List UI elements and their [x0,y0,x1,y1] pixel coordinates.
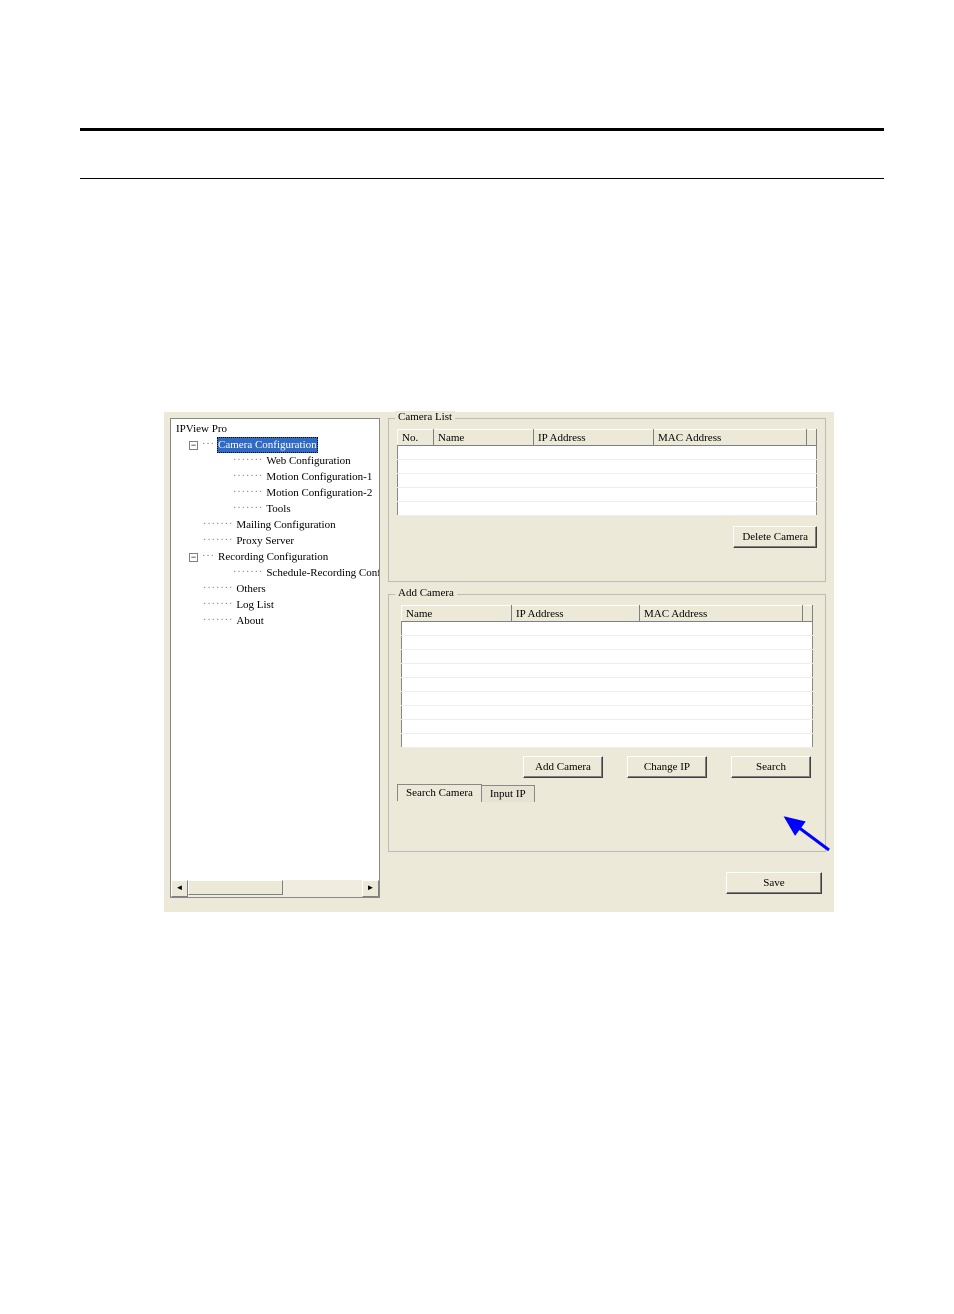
collapse-icon[interactable]: − [189,553,198,562]
nav-tree-panel: IPView Pro − ··· Camera Configuration ··… [170,418,380,898]
camera-list-table[interactable]: No. Name IP Address MAC Address [397,429,817,516]
right-pane: Camera List No. Name IP Address MAC Addr… [388,418,826,904]
add-camera-title: Add Camera [395,587,457,599]
scroll-thumb[interactable] [188,880,283,895]
tree-item-web-configuration[interactable]: ······· Web Configuration [175,453,379,469]
tree-item-schedule-recording[interactable]: ······· Schedule-Recording Configu [175,565,379,581]
table-row[interactable] [402,692,813,706]
scroll-left-button[interactable]: ◄ [171,880,188,897]
nav-tree: IPView Pro − ··· Camera Configuration ··… [171,419,379,629]
col-tail [807,430,817,446]
table-row[interactable] [402,734,813,748]
search-button[interactable]: Search [731,756,811,778]
table-row[interactable] [402,706,813,720]
page-divider-top [80,128,884,131]
table-row[interactable] [402,678,813,692]
tree-label-camera-configuration: Camera Configuration [217,437,318,453]
tab-search-camera[interactable]: Search Camera [397,784,482,801]
tree-root-label: IPView Pro [175,421,228,437]
tree-item-others[interactable]: ······· Others [175,581,379,597]
col-name[interactable]: Name [402,606,512,622]
table-row[interactable] [402,636,813,650]
col-ip[interactable]: IP Address [512,606,640,622]
table-row[interactable] [398,488,817,502]
table-row[interactable] [398,474,817,488]
table-row[interactable] [398,502,817,516]
tree-item-tools[interactable]: ······· Tools [175,501,379,517]
tree-item-motion-configuration-1[interactable]: ······· Motion Configuration-1 [175,469,379,485]
scroll-track[interactable] [188,880,362,897]
camera-list-group: Camera List No. Name IP Address MAC Addr… [388,418,826,582]
col-name[interactable]: Name [434,430,534,446]
table-row[interactable] [398,460,817,474]
save-button[interactable]: Save [726,872,822,894]
col-tail [803,606,813,622]
table-row[interactable] [402,664,813,678]
add-camera-table[interactable]: Name IP Address MAC Address [401,605,813,748]
col-ip[interactable]: IP Address [534,430,654,446]
config-dialog: IPView Pro − ··· Camera Configuration ··… [164,412,834,912]
delete-camera-button[interactable]: Delete Camera [733,526,817,548]
tab-input-ip[interactable]: Input IP [481,785,535,802]
add-camera-group: Add Camera Name IP Address MAC Address [388,594,826,852]
col-mac[interactable]: MAC Address [640,606,803,622]
table-row[interactable] [398,446,817,460]
table-row[interactable] [402,622,813,636]
tree-item-camera-configuration[interactable]: − ··· Camera Configuration [175,437,379,453]
tree-item-proxy-server[interactable]: ······· Proxy Server [175,533,379,549]
camera-list-title: Camera List [395,411,455,423]
tree-item-mailing-configuration[interactable]: ······· Mailing Configuration [175,517,379,533]
tree-hscrollbar[interactable]: ◄ ► [171,880,379,897]
page-divider-bottom [80,178,884,179]
col-mac[interactable]: MAC Address [654,430,807,446]
change-ip-button[interactable]: Change IP [627,756,707,778]
scroll-right-button[interactable]: ► [362,880,379,897]
add-camera-button[interactable]: Add Camera [523,756,603,778]
tree-root[interactable]: IPView Pro [175,421,379,437]
table-row[interactable] [402,650,813,664]
add-camera-tabs: Search Camera Input IP [397,784,817,801]
table-row[interactable] [402,720,813,734]
collapse-icon[interactable]: − [189,441,198,450]
tree-item-recording-configuration[interactable]: − ··· Recording Configuration [175,549,379,565]
col-no[interactable]: No. [398,430,434,446]
tree-item-about[interactable]: ······· About [175,613,379,629]
tree-item-motion-configuration-2[interactable]: ······· Motion Configuration-2 [175,485,379,501]
tree-item-log-list[interactable]: ······· Log List [175,597,379,613]
